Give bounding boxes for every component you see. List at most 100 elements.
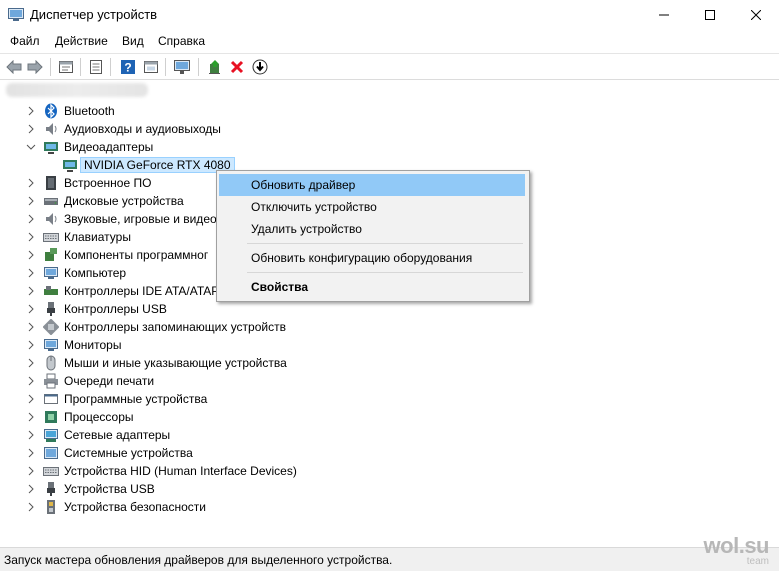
tree-node-audio-io[interactable]: Аудиовходы и аудиовыходы — [0, 120, 779, 138]
properties-button[interactable] — [56, 57, 76, 77]
chevron-right-icon[interactable] — [25, 302, 37, 316]
tree-node-processors[interactable]: Процессоры — [0, 408, 779, 426]
menu-help[interactable]: Справка — [158, 34, 205, 48]
details-button[interactable] — [141, 57, 161, 77]
help-icon: ? — [121, 60, 135, 75]
tree-node-monitors[interactable]: Мониторы — [0, 336, 779, 354]
tree-node-label: Bluetooth — [64, 104, 115, 118]
menu-item-label: Обновить конфигурацию оборудования — [251, 251, 473, 265]
chip-icon — [46, 176, 56, 190]
software-component-icon — [45, 248, 57, 261]
computer-icon — [44, 267, 58, 279]
menu-item-label: Обновить драйвер — [251, 178, 356, 192]
close-button[interactable] — [733, 0, 779, 30]
tree-node-label: Контроллеры USB — [64, 302, 167, 316]
tree-node-label: Контроллеры запоминающих устройств — [64, 320, 286, 334]
download-driver-button[interactable] — [250, 57, 270, 77]
remove-device-icon — [230, 60, 244, 74]
tree-node-label: Компьютер — [64, 266, 127, 280]
menu-item-update-driver[interactable]: Обновить драйвер — [219, 174, 525, 196]
menu-view[interactable]: Вид — [122, 34, 144, 48]
chevron-right-icon[interactable] — [25, 374, 37, 388]
chevron-right-icon[interactable] — [25, 104, 37, 118]
chevron-right-icon[interactable] — [25, 428, 37, 442]
chevron-right-icon[interactable] — [25, 410, 37, 424]
software-device-icon — [44, 394, 58, 404]
menu-item-properties[interactable]: Свойства — [219, 276, 525, 298]
menu-item-uninstall-device[interactable]: Удалить устройство — [219, 218, 525, 240]
chevron-right-icon[interactable] — [25, 320, 37, 334]
tree-node-label: Очереди печати — [64, 374, 155, 388]
chevron-right-icon[interactable] — [25, 392, 37, 406]
menu-separator — [247, 272, 523, 273]
chevron-right-icon[interactable] — [25, 356, 37, 370]
minimize-button[interactable] — [641, 0, 687, 30]
download-driver-icon — [252, 59, 268, 75]
menu-item-scan-hardware[interactable]: Обновить конфигурацию оборудования — [219, 247, 525, 269]
chevron-right-icon[interactable] — [25, 230, 37, 244]
network-adapter-icon — [44, 429, 58, 442]
forward-button[interactable] — [25, 57, 45, 77]
menu-action[interactable]: Действие — [55, 34, 108, 48]
tree-node-label: Программные устройства — [64, 392, 208, 406]
usb-plug-icon — [47, 482, 55, 496]
hid-keyboard-icon — [43, 467, 59, 476]
chevron-down-icon[interactable] — [25, 140, 37, 154]
tree-node-network-adapters[interactable]: Сетевые адаптеры — [0, 426, 779, 444]
update-driver-icon — [209, 60, 220, 74]
tree-node-security-devices[interactable]: Устройства безопасности — [0, 498, 779, 516]
tree-node-bluetooth[interactable]: Bluetooth — [0, 102, 779, 120]
tree-node-print-queues[interactable]: Очереди печати — [0, 372, 779, 390]
update-driver-button[interactable] — [205, 57, 225, 77]
chevron-right-icon[interactable] — [25, 284, 37, 298]
chevron-right-icon[interactable] — [25, 464, 37, 478]
remove-device-button[interactable] — [227, 57, 247, 77]
speaker-icon — [46, 213, 57, 225]
tree-node-software-devices[interactable]: Программные устройства — [0, 390, 779, 408]
chevron-right-icon[interactable] — [25, 266, 37, 280]
chevron-right-icon[interactable] — [25, 500, 37, 514]
computer-root-node-blurred[interactable] — [6, 83, 148, 97]
chevron-right-icon[interactable] — [25, 248, 37, 262]
tree-node-label: Клавиатуры — [64, 230, 131, 244]
tree-node-usb-devices[interactable]: Устройства USB — [0, 480, 779, 498]
back-button[interactable] — [4, 57, 24, 77]
bluetooth-icon — [45, 103, 57, 119]
chevron-right-icon[interactable] — [25, 122, 37, 136]
tree-node-display-adapters[interactable]: Видеоадаптеры — [0, 138, 779, 156]
maximize-button[interactable] — [687, 0, 733, 30]
title-bar: Диспетчер устройств — [0, 0, 779, 30]
disk-drive-icon — [44, 198, 58, 205]
help-button[interactable]: ? — [118, 57, 138, 77]
back-arrow-icon — [6, 60, 22, 74]
menu-file[interactable]: Файл — [10, 34, 40, 48]
chevron-right-icon[interactable] — [25, 176, 37, 190]
toolbar-separator — [165, 58, 166, 76]
tree-node-label: Системные устройства — [64, 446, 193, 460]
device-tree: Bluetooth Аудиовходы и аудиовыходы Видео… — [0, 81, 779, 546]
chevron-right-icon[interactable] — [25, 194, 37, 208]
chevron-right-icon[interactable] — [25, 446, 37, 460]
display-adapter-icon — [63, 160, 77, 172]
usb-plug-icon — [47, 302, 55, 316]
menu-item-disable-device[interactable]: Отключить устройство — [219, 196, 525, 218]
tree-node-label: Устройства HID (Human Interface Devices) — [64, 464, 297, 478]
toolbar: ? — [0, 53, 779, 80]
tree-node-hid-devices[interactable]: Устройства HID (Human Interface Devices) — [0, 462, 779, 480]
speaker-icon — [46, 123, 57, 135]
tree-node-label: Встроенное ПО — [64, 176, 152, 190]
tree-node-label: Процессоры — [64, 410, 134, 424]
tree-node-system-devices[interactable]: Системные устройства — [0, 444, 779, 462]
chevron-right-icon[interactable] — [25, 212, 37, 226]
toolbar-separator — [80, 58, 81, 76]
tree-node-usb-controllers[interactable]: Контроллеры USB — [0, 300, 779, 318]
tree-node-label: Звуковые, игровые и видео — [64, 212, 217, 226]
properties-icon — [59, 61, 73, 73]
tree-node-storage-controllers[interactable]: Контроллеры запоминающих устройств — [0, 318, 779, 336]
tree-node-mice[interactable]: Мыши и иные указывающие устройства — [0, 354, 779, 372]
chevron-right-icon[interactable] — [25, 338, 37, 352]
chevron-right-icon[interactable] — [25, 482, 37, 496]
list-view-button[interactable] — [86, 57, 106, 77]
menu-separator — [247, 243, 523, 244]
scan-hardware-button[interactable] — [172, 57, 192, 77]
